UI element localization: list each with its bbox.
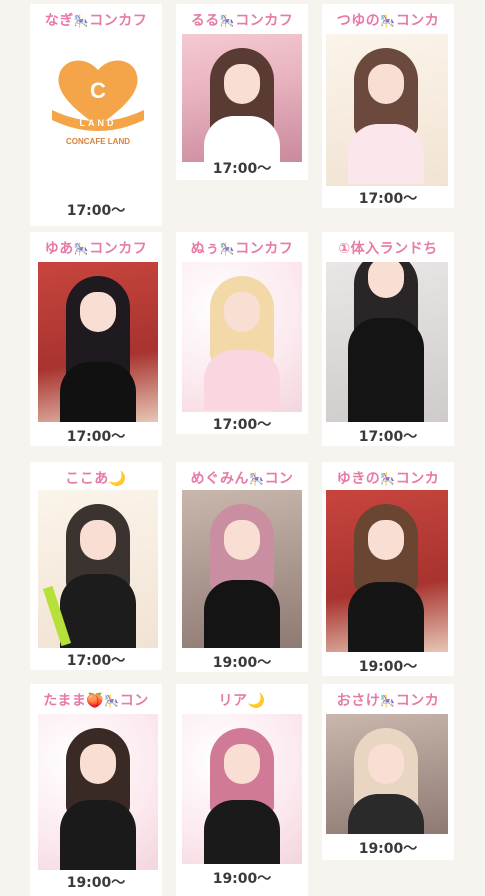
svg-text:LAND: LAND — [80, 118, 117, 128]
cast-start-time: 19:00〜 — [212, 871, 272, 887]
cast-card[interactable]: めぐみん🎠コン 19:00〜 — [176, 462, 308, 672]
carousel-horse-icon: 🎠 — [104, 694, 120, 708]
cast-card[interactable]: つゆの🎠コンカ 17:00〜 — [322, 4, 454, 208]
cast-schedule-grid: なぎ🎠コンカフ C LAND CONCAFE LAND 17:00〜 るる🎠コン… — [0, 0, 485, 896]
cast-card[interactable]: おさけ🎠コンカ 19:00〜 — [322, 684, 454, 860]
svg-text:C: C — [90, 78, 106, 103]
cast-photo — [182, 262, 302, 412]
cast-name: ここあ🌙 — [65, 471, 127, 487]
cast-photo — [326, 490, 448, 652]
cast-name: たまま🍑🎠コン — [43, 693, 149, 709]
cast-name: ①体入ランドち — [338, 241, 438, 257]
cast-start-time: 17:00〜 — [358, 191, 418, 207]
cast-start-time: 19:00〜 — [66, 875, 126, 891]
concafe-land-logo: C LAND CONCAFE LAND — [52, 60, 144, 146]
cast-start-time: 17:00〜 — [212, 417, 272, 433]
carousel-horse-icon: 🎠 — [73, 14, 90, 28]
cast-card[interactable]: ゆあ🎠コンカフ 17:00〜 — [30, 232, 162, 446]
cast-photo — [326, 714, 448, 834]
cast-name: ぬぅ🎠コンカフ — [190, 241, 294, 257]
carousel-horse-icon: 🎠 — [219, 14, 236, 28]
carousel-horse-icon: 🎠 — [73, 242, 90, 256]
cast-card[interactable]: ゆきの🎠コンカ 19:00〜 — [322, 462, 454, 676]
cast-start-time: 19:00〜 — [212, 655, 272, 671]
cast-name: めぐみん🎠コン — [190, 471, 294, 487]
cast-photo — [326, 34, 448, 186]
cast-name: るる🎠コンカフ — [190, 13, 294, 29]
cast-start-time: 17:00〜 — [66, 203, 126, 219]
cast-start-time: 17:00〜 — [66, 429, 126, 445]
cast-photo — [182, 490, 302, 648]
cast-photo — [182, 714, 302, 864]
cast-card[interactable]: リア🌙 19:00〜 — [176, 684, 308, 896]
cast-name: つゆの🎠コンカ — [336, 13, 440, 29]
peach-icon: 🍑 — [86, 693, 105, 709]
svg-text:CONCAFE LAND: CONCAFE LAND — [66, 137, 130, 146]
cast-card[interactable]: ぬぅ🎠コンカフ 17:00〜 — [176, 232, 308, 434]
cast-name: なぎ🎠コンカフ — [44, 13, 148, 29]
cast-start-time: 19:00〜 — [358, 659, 418, 675]
cast-photo — [38, 490, 158, 648]
cast-photo — [38, 262, 158, 422]
cast-name: おさけ🎠コンカ — [336, 693, 440, 709]
cast-name: リア🌙 — [218, 693, 266, 709]
cast-card[interactable]: なぎ🎠コンカフ C LAND CONCAFE LAND 17:00〜 — [30, 4, 162, 226]
crescent-moon-icon: 🌙 — [247, 693, 266, 709]
cast-start-time: 17:00〜 — [358, 429, 418, 445]
cast-start-time: 19:00〜 — [358, 841, 418, 857]
carousel-horse-icon: 🎠 — [380, 14, 396, 28]
carousel-horse-icon: 🎠 — [380, 694, 396, 708]
cast-card[interactable]: ここあ🌙 17:00〜 — [30, 462, 162, 670]
cast-card[interactable]: るる🎠コンカフ 17:00〜 — [176, 4, 308, 180]
cast-card[interactable]: ①体入ランドち 17:00〜 — [322, 232, 454, 446]
cast-photo — [182, 34, 302, 162]
carousel-horse-icon: 🎠 — [248, 472, 265, 486]
cast-start-time: 17:00〜 — [212, 161, 272, 177]
crescent-moon-icon: 🌙 — [108, 471, 127, 487]
cast-photo — [38, 714, 158, 870]
cast-name: ゆきの🎠コンカ — [336, 471, 440, 487]
carousel-horse-icon: 🎠 — [380, 472, 396, 486]
carousel-horse-icon: 🎠 — [219, 242, 236, 256]
cast-photo — [326, 262, 448, 422]
cast-photo-placeholder: C LAND CONCAFE LAND — [38, 40, 158, 168]
cast-name: ゆあ🎠コンカフ — [44, 241, 148, 257]
cast-start-time: 17:00〜 — [66, 653, 126, 669]
cast-card[interactable]: たまま🍑🎠コン 19:00〜 — [30, 684, 162, 896]
